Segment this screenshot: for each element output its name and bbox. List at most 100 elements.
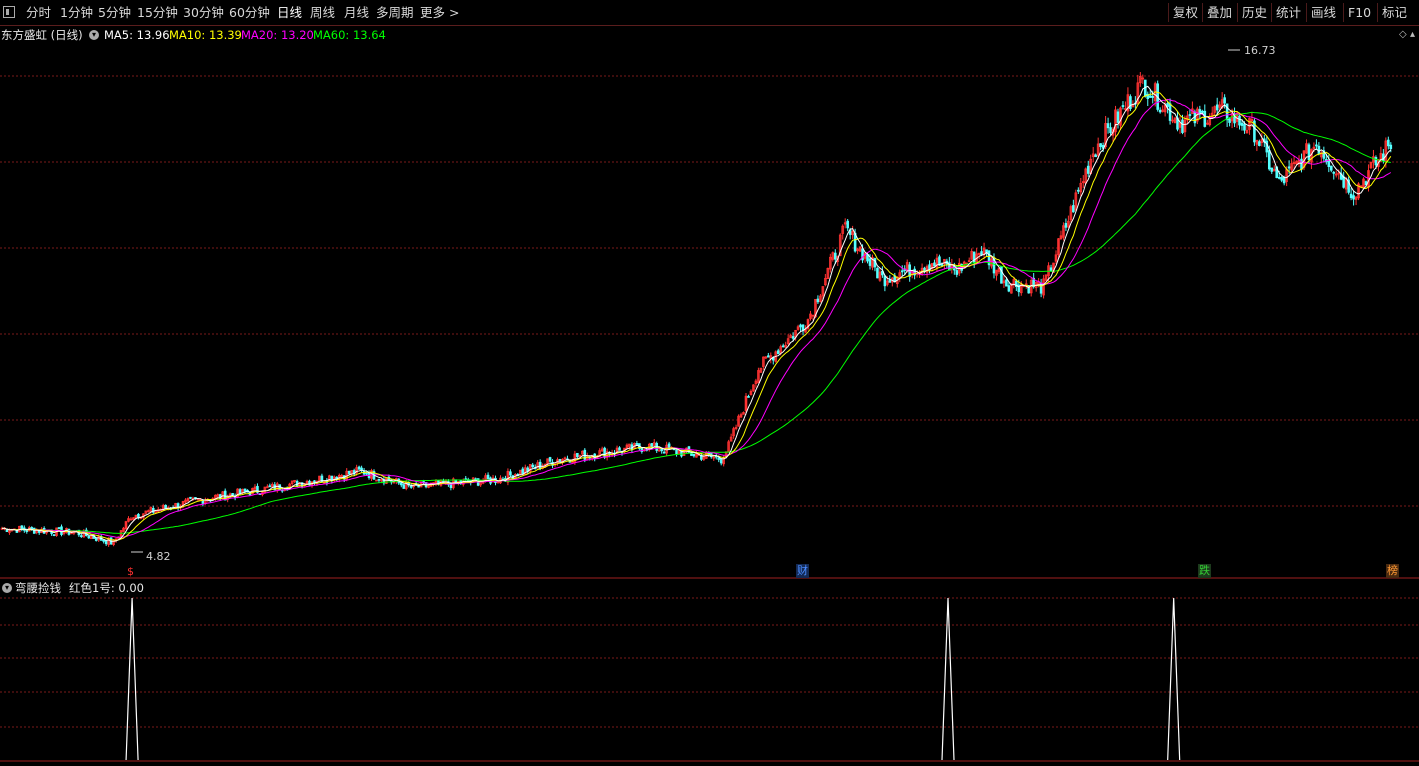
candle-body [164,504,167,509]
candle-body [377,478,381,481]
high-price-label: 16.73 [1244,44,1276,57]
candle-body [635,443,639,445]
candle-body [1116,111,1120,123]
candle-body [1282,177,1286,184]
candle-body [1094,154,1097,158]
candle-body [1307,144,1311,161]
candle-body [1064,223,1068,228]
candle-body [603,447,606,458]
candle-body [799,324,802,328]
candle-body [231,493,234,496]
candle-body [940,263,944,266]
candle-body [25,530,29,532]
candle-body [972,251,976,264]
candle-body [402,484,406,489]
candle-body [1166,103,1169,107]
candle-body [1086,165,1090,174]
indicator-value: 红色1号: 0.00 [69,581,144,595]
candle-body [102,539,105,542]
candle-body [618,447,621,451]
candle-body [883,275,887,287]
candle-body [238,489,242,494]
candle-body [933,262,936,267]
ma5-line [1,85,1392,542]
candle-body [1287,166,1291,169]
candle-body [1106,123,1110,129]
candle-body [868,258,872,266]
candle-body [486,474,490,479]
candle-body [1198,109,1202,114]
candle-body [548,457,552,462]
candle-body [1072,205,1075,213]
event-marker-finance[interactable]: 财 [796,564,809,578]
candle-body [80,535,83,538]
candle-body [576,452,579,458]
event-marker-fall[interactable]: 跌 [1198,564,1211,578]
indicator-name: 弯腰捡钱 [15,581,61,595]
candle-body [1129,96,1132,109]
candle-body [1352,195,1355,200]
candle-body [846,220,849,229]
candle-body [360,467,363,470]
candle-body [1300,158,1303,170]
candle-body [558,458,562,462]
candle-body [32,527,36,534]
candle-body [365,472,368,475]
candle-body [1158,109,1162,113]
candlestick-chart[interactable] [0,0,1419,766]
candle-body [1188,114,1192,116]
candle-body [1329,165,1333,171]
candle-body [955,270,959,275]
candle-body [767,355,770,358]
candle-body [791,336,795,339]
candle-body [900,270,904,273]
candle-body [717,457,721,460]
candle-body [980,251,983,256]
candle-body [1151,95,1155,98]
candle-body [1223,97,1226,104]
candle-body [650,443,654,447]
candle-body [399,482,403,486]
candle-body [1007,285,1011,292]
candle-body [1099,143,1102,148]
candle-body [1203,110,1207,127]
candle-body [1238,115,1241,126]
candle-body [1240,122,1244,126]
candle-body [57,527,61,530]
candle-body [1201,110,1204,113]
candle-body [1332,171,1336,174]
candle-body [1243,123,1246,131]
candle-body [1277,176,1281,179]
candle-body [1280,177,1283,181]
event-marker-list[interactable]: 榜 [1386,564,1399,578]
candle-body [268,485,272,488]
candle-body [1342,176,1345,188]
candle-body [747,396,750,398]
candle-body [1109,127,1112,134]
candle-body [662,451,666,454]
candle-body [719,458,723,464]
candle-body [1181,119,1184,133]
candle-body [409,485,413,488]
candle-body [1121,105,1125,107]
candle-body [87,535,91,539]
candle-body [692,453,696,457]
event-marker-dollar[interactable]: $ [126,565,135,579]
candle-body [52,534,56,537]
candle-body [30,527,34,530]
candle-body [776,350,780,355]
candle-body [816,298,820,303]
candle-body [833,252,837,260]
candle-body [509,471,512,476]
candle-body [357,466,361,470]
ma20-line [1,98,1392,538]
signal-spike [1167,597,1181,761]
candle-body [189,496,192,499]
candle-body [1215,104,1219,111]
indicator-dropdown-icon[interactable]: ▾ [2,583,12,593]
candle-body [876,267,879,279]
ma60-line [1,111,1391,534]
candle-body [1374,157,1378,166]
low-price-label: 4.82 [146,550,171,563]
candle-body [1349,193,1353,199]
